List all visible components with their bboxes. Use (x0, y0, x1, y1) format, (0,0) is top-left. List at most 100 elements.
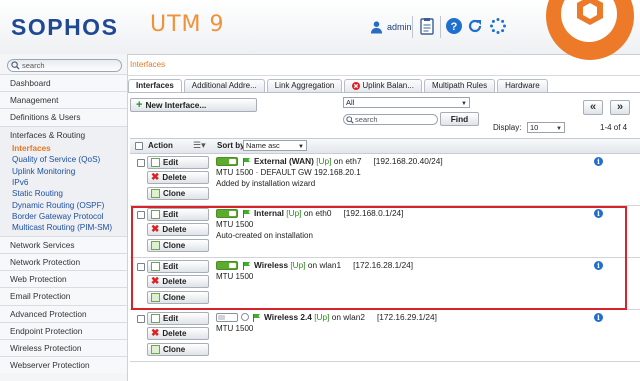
info-icon[interactable]: i (594, 209, 603, 218)
sidebar-subitem-static-routing[interactable]: Static Routing (0, 188, 127, 200)
refresh-icon[interactable] (466, 17, 484, 35)
sidebar-item-network-protection[interactable]: Network Protection (0, 253, 127, 271)
sidebar-item-definitions-users[interactable]: Definitions & Users (0, 108, 127, 126)
main-content: Interfaces Interfaces Additional Addre..… (128, 54, 640, 381)
table-row: Edit ✖ Delete Clone Internal [Up] on eth0… (130, 206, 640, 258)
display-count-select[interactable]: 10 ▼ (527, 122, 565, 133)
sidebar-subitem-ipv6[interactable]: IPv6 (0, 176, 127, 189)
select-all-checkbox[interactable] (135, 142, 143, 150)
filter-search-input[interactable]: search (343, 114, 438, 125)
sidebar-subitem-interfaces[interactable]: Interfaces (0, 142, 127, 155)
filter-select[interactable]: All ▼ (343, 97, 470, 108)
status-toggle[interactable] (216, 157, 238, 166)
clone-button[interactable]: Clone (147, 187, 209, 200)
spinner-icon (490, 18, 506, 34)
tab-link-aggregation[interactable]: Link Aggregation (266, 79, 343, 92)
row-checkbox[interactable] (137, 211, 145, 219)
tab-additional-addresses[interactable]: Additional Addre... (183, 79, 265, 92)
status-toggle[interactable] (216, 261, 238, 270)
sidebar-search-input[interactable]: search (7, 59, 122, 72)
display-label: Display: (493, 123, 522, 132)
sidebar-item-dashboard[interactable]: Dashboard (0, 74, 127, 92)
sidebar-item-email-protection[interactable]: Email Protection (0, 287, 127, 305)
edit-button[interactable]: Edit (147, 260, 209, 273)
interface-details: MTU 1500 (216, 220, 254, 229)
edit-icon (151, 262, 160, 271)
clone-icon (151, 293, 160, 302)
info-icon[interactable]: i (594, 157, 603, 166)
sophos-logo[interactable]: SOPHOS (11, 14, 118, 41)
status-badge: [Up] (290, 260, 306, 270)
sidebar-item-web-protection[interactable]: Web Protection (0, 270, 127, 288)
clone-icon (151, 189, 160, 198)
tab-interfaces[interactable]: Interfaces (128, 79, 182, 92)
delete-button[interactable]: ✖ Delete (147, 275, 209, 288)
sidebar-item-endpoint-protection[interactable]: Endpoint Protection (0, 321, 127, 339)
sidebar-item-network-services[interactable]: Network Services (0, 235, 127, 254)
sidebar-subitem-bgp[interactable]: Border Gateway Protocol (0, 211, 127, 223)
tab-label: Hardware (505, 81, 540, 90)
table-header: Action ☰▾ Sort by: Name asc ▼ (130, 138, 640, 154)
tab-uplink-balancing[interactable]: Uplink Balan... (344, 79, 422, 92)
edit-button[interactable]: Edit (147, 156, 209, 169)
prev-page-button[interactable]: « (583, 100, 603, 115)
edit-button[interactable]: Edit (147, 312, 209, 325)
find-button[interactable]: Find (440, 112, 479, 126)
sidebar-item-interfaces-routing[interactable]: Interfaces & Routing (0, 125, 127, 143)
delete-button[interactable]: ✖ Delete (147, 327, 209, 340)
sidebar-subitem-ospf[interactable]: Dynamic Routing (OSPF) (0, 199, 127, 212)
clone-icon (151, 345, 160, 354)
sidebar-item-management[interactable]: Management (0, 91, 127, 109)
radio-button[interactable] (241, 313, 249, 321)
search-icon (11, 61, 20, 70)
sidebar-item-webserver-protection[interactable]: Webserver Protection (0, 356, 127, 374)
interface-device: on eth0 (303, 208, 332, 218)
flag-icon (243, 210, 250, 218)
error-icon (352, 82, 361, 90)
tab-label: Interfaces (136, 81, 174, 90)
status-toggle[interactable] (216, 313, 238, 322)
clone-label: Clone (163, 293, 186, 302)
search-icon (346, 116, 354, 124)
column-settings-icon[interactable]: ☰▾ (193, 140, 206, 151)
help-icon[interactable]: ? (445, 17, 463, 35)
interface-comment: Auto-created on installation (216, 231, 313, 240)
edit-icon (151, 314, 160, 323)
sidebar-subitem-uplink-monitoring[interactable]: Uplink Monitoring (0, 165, 127, 177)
edit-button[interactable]: Edit (147, 208, 209, 221)
sidebar-subitem-qos[interactable]: Quality of Service (QoS) (0, 154, 127, 166)
row-checkbox[interactable] (137, 159, 145, 167)
info-icon[interactable]: i (594, 261, 603, 270)
search-placeholder: search (22, 61, 45, 70)
interface-device: on eth7 (333, 156, 362, 166)
delete-button[interactable]: ✖ Delete (147, 223, 209, 236)
tab-multipath-rules[interactable]: Multipath Rules (423, 79, 496, 92)
clipboard-icon[interactable] (418, 17, 436, 35)
info-icon[interactable]: i (594, 313, 603, 322)
clone-label: Clone (163, 345, 186, 354)
sidebar-item-wireless-protection[interactable]: Wireless Protection (0, 339, 127, 357)
chevron-down-icon: ▼ (298, 144, 304, 150)
new-interface-button[interactable]: + New Interface... (130, 98, 257, 112)
clone-label: Clone (163, 241, 186, 250)
sidebar-item-advanced-protection[interactable]: Advanced Protection (0, 304, 127, 322)
clone-button[interactable]: Clone (147, 343, 209, 356)
next-page-button[interactable]: » (610, 100, 630, 115)
row-checkbox[interactable] (137, 263, 145, 271)
edit-icon (151, 210, 160, 219)
row-checkbox[interactable] (137, 315, 145, 323)
interface-name: Internal (254, 208, 284, 218)
divider (128, 92, 640, 93)
clone-label: Clone (163, 189, 186, 198)
delete-button[interactable]: ✖ Delete (147, 171, 209, 184)
table-row: Edit ✖ Delete Clone Wireless [Up] on wlan… (130, 258, 640, 310)
user-menu[interactable]: admin (370, 20, 412, 34)
status-toggle[interactable] (216, 209, 238, 218)
tab-hardware[interactable]: Hardware (497, 79, 548, 92)
clone-button[interactable]: Clone (147, 239, 209, 252)
product-name: UTM 9 (150, 12, 225, 37)
sortby-select[interactable]: Name asc ▼ (243, 140, 307, 151)
clone-button[interactable]: Clone (147, 291, 209, 304)
chevron-down-icon: ▼ (461, 101, 467, 107)
sidebar-subitem-multicast[interactable]: Multicast Routing (PIM-SM) (0, 222, 127, 236)
